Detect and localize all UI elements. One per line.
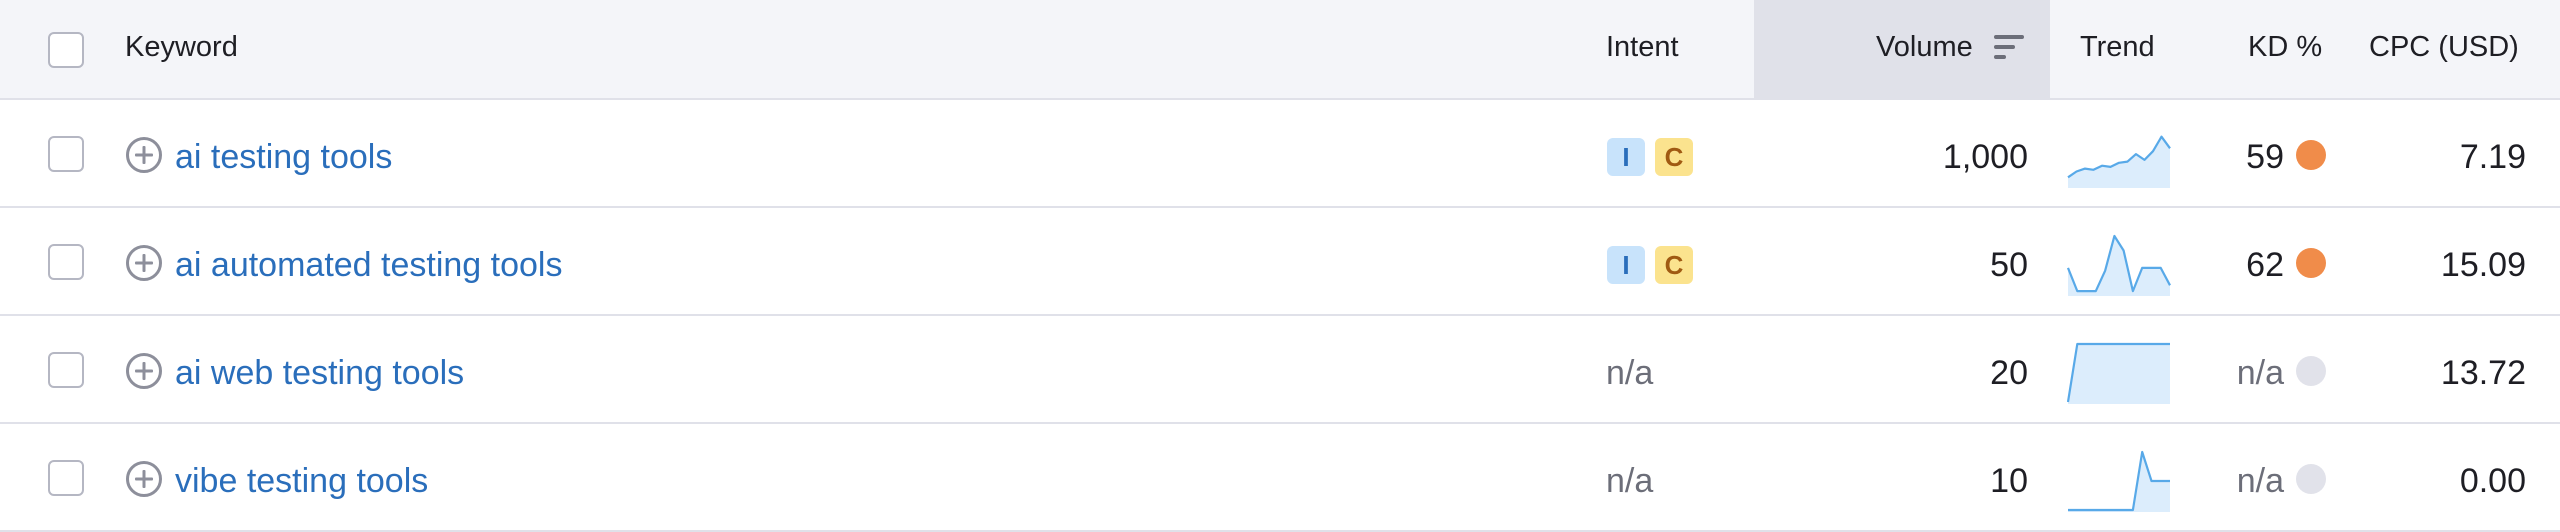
kd-value: 59 <box>2246 138 2284 176</box>
intent-badge-c: C <box>1655 246 1693 284</box>
keyword-link[interactable]: ai automated testing tools <box>175 245 562 285</box>
cpc-value: 7.19 <box>2459 138 2526 176</box>
trend-sparkline <box>2068 450 2170 512</box>
table-row: ai testing tools I C 1,000 59 7.19 <box>0 100 2560 208</box>
table-header: Keyword Intent Volume Trend KD % CPC (US… <box>0 0 2560 100</box>
row-checkbox[interactable] <box>48 244 84 280</box>
cpc-value: 13.72 <box>2440 354 2526 392</box>
add-to-list-icon[interactable] <box>125 244 163 282</box>
volume-value: 1,000 <box>1942 138 2028 176</box>
volume-value: 20 <box>1990 354 2028 392</box>
add-to-list-icon[interactable] <box>125 136 163 174</box>
keyword-table: Keyword Intent Volume Trend KD % CPC (US… <box>0 0 2560 532</box>
header-trend[interactable]: Trend <box>2080 30 2155 64</box>
table-row: vibe testing tools n/a 10 n/a 0.00 <box>0 424 2560 532</box>
kd-difficulty-dot <box>2296 140 2326 170</box>
select-all-checkbox[interactable] <box>48 32 84 68</box>
kd-value: 62 <box>2246 246 2284 284</box>
sort-descending-icon[interactable] <box>1994 33 2026 61</box>
cpc-value: 15.09 <box>2440 246 2526 284</box>
row-checkbox[interactable] <box>48 460 84 496</box>
row-checkbox[interactable] <box>48 352 84 388</box>
cpc-value: 0.00 <box>2459 462 2526 500</box>
kd-value: n/a <box>2236 354 2284 392</box>
intent-badge-i: I <box>1607 246 1645 284</box>
header-keyword[interactable]: Keyword <box>125 30 238 64</box>
header-cpc[interactable]: CPC (USD) <box>2369 30 2519 64</box>
intent-badge-i: I <box>1607 138 1645 176</box>
row-checkbox[interactable] <box>48 136 84 172</box>
add-to-list-icon[interactable] <box>125 460 163 498</box>
keyword-link[interactable]: vibe testing tools <box>175 461 428 501</box>
trend-sparkline <box>2067 234 2171 296</box>
trend-sparkline <box>2067 342 2170 404</box>
kd-difficulty-dot <box>2296 464 2326 494</box>
keyword-link[interactable]: ai web testing tools <box>175 353 464 393</box>
trend-sparkline <box>2067 135 2171 188</box>
table-row: ai automated testing tools I C 50 62 15.09 <box>0 208 2560 316</box>
intent-badge-c: C <box>1655 138 1693 176</box>
kd-value: n/a <box>2236 462 2284 500</box>
trend-area <box>2068 344 2170 404</box>
intent-na: n/a <box>1606 354 1654 392</box>
volume-value: 10 <box>1990 462 2028 500</box>
intent-na: n/a <box>1606 462 1654 500</box>
kd-difficulty-dot <box>2296 356 2326 386</box>
add-to-list-icon[interactable] <box>125 352 163 390</box>
volume-value: 50 <box>1990 246 2028 284</box>
kd-difficulty-dot <box>2296 248 2326 278</box>
header-kd[interactable]: KD % <box>2248 30 2322 64</box>
keyword-link[interactable]: ai testing tools <box>175 137 392 177</box>
header-intent[interactable]: Intent <box>1606 30 1679 64</box>
table-row: ai web testing tools n/a 20 n/a 13.72 <box>0 316 2560 424</box>
header-volume[interactable]: Volume <box>1876 30 1973 64</box>
